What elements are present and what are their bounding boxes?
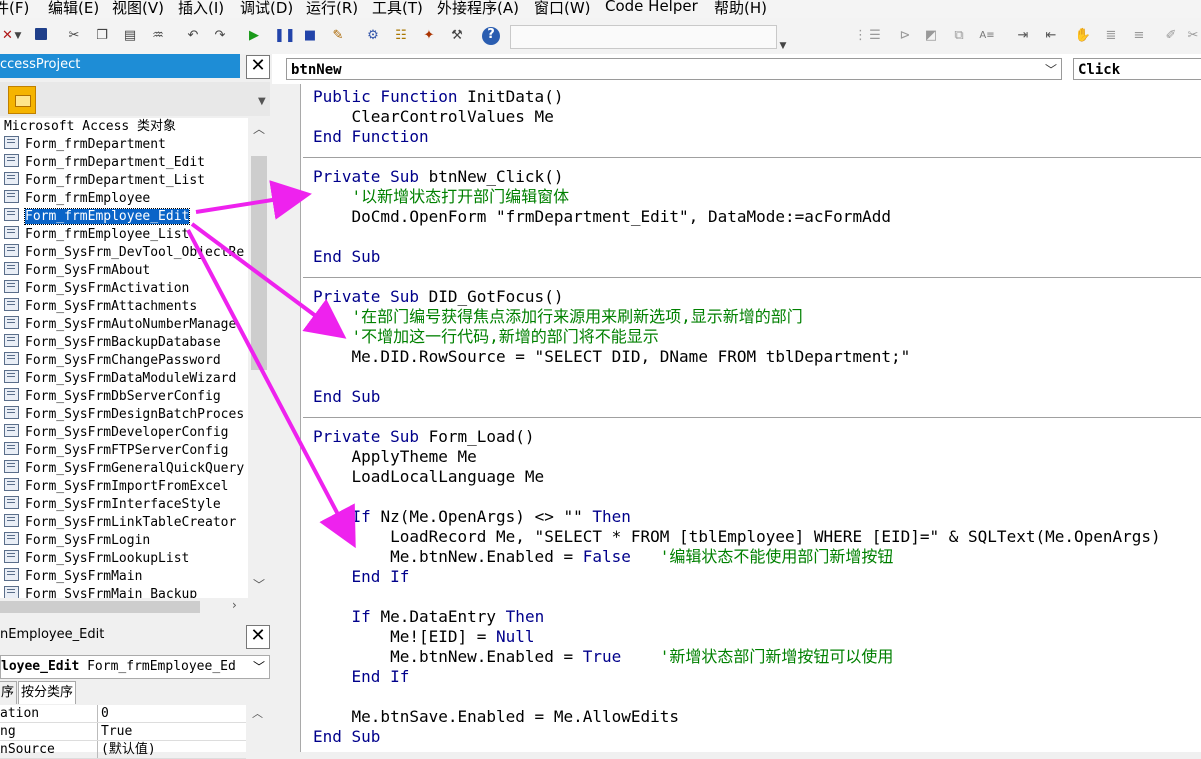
annotation-arrows xyxy=(186,180,356,549)
arrow-to-btnnew-click xyxy=(195,180,312,220)
arrow-to-form-load xyxy=(186,229,356,549)
